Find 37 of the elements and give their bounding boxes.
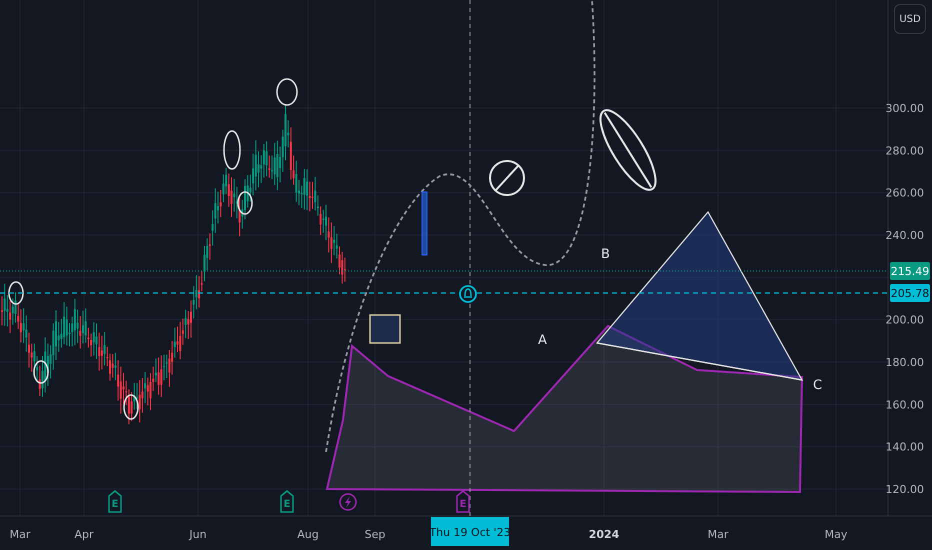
time-tick: Mar — [708, 528, 728, 541]
time-tick: Mar — [10, 528, 30, 541]
ellipse-marker — [276, 78, 298, 106]
earnings-badge[interactable]: E — [456, 490, 470, 513]
ellipse-marker — [223, 130, 241, 170]
price-label: 205.78 — [890, 284, 930, 302]
time-tick: 2024 — [588, 528, 620, 541]
price-tick: 180.00 — [886, 356, 924, 370]
ellipse-marker — [8, 281, 24, 305]
ellipse-marker — [123, 394, 139, 420]
slashed-circle-drawing — [489, 160, 525, 196]
drawing-label: A — [538, 333, 547, 348]
rectangle-drawing — [369, 314, 401, 344]
ellipse-marker — [237, 191, 253, 215]
alert-icon[interactable] — [459, 285, 477, 303]
ellipse-marker — [33, 360, 49, 384]
lightning-icon[interactable] — [339, 493, 357, 511]
price-tick: 240.00 — [886, 229, 924, 242]
price-label: 215.49 — [890, 262, 930, 280]
time-tick: Apr — [74, 528, 94, 541]
price-tick: 300.00 — [886, 102, 924, 115]
time-tick: Aug — [297, 528, 319, 541]
time-tick: May — [824, 528, 848, 541]
currency-button[interactable]: USD — [894, 4, 926, 34]
price-tick: 200.00 — [886, 314, 924, 327]
vertical-bar-drawing — [422, 192, 428, 256]
drawing-label: C — [813, 378, 822, 393]
price-tick: 260.00 — [886, 186, 924, 200]
price-tick: 120.00 — [886, 483, 924, 496]
time-tick: Sep — [364, 528, 386, 541]
drawing-label: B — [601, 247, 610, 262]
earnings-badge[interactable]: E — [108, 490, 122, 513]
time-tick: Jun — [189, 528, 207, 541]
price-tick: 280.00 — [886, 144, 924, 158]
price-tick: 160.00 — [886, 398, 924, 412]
earnings-badge[interactable]: E — [280, 490, 294, 513]
price-tick: 140.00 — [886, 440, 924, 454]
